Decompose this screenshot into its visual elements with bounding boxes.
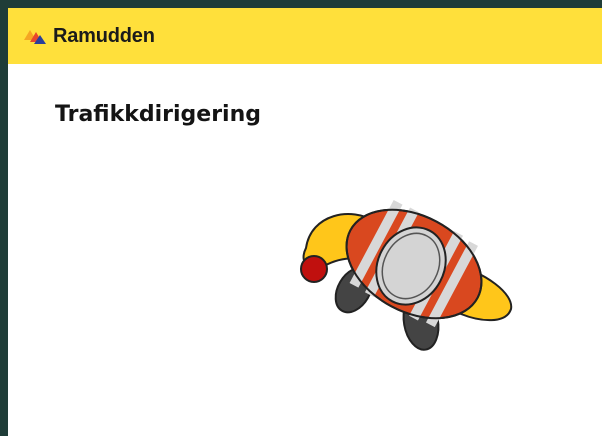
brand-logo[interactable]: Ramudden [23, 25, 155, 48]
app-frame: Ramudden Trafikkdirigering [8, 8, 602, 436]
baton [300, 255, 328, 283]
main-content: Trafikkdirigering [8, 64, 602, 436]
traffic-controller-icon [300, 199, 513, 351]
ramudden-triangles-icon [23, 27, 47, 45]
top-bar: Ramudden [8, 8, 602, 64]
page-title: Trafikkdirigering [55, 102, 262, 127]
brand-name: Ramudden [53, 24, 155, 47]
traffic-controller-illustration [266, 194, 526, 364]
